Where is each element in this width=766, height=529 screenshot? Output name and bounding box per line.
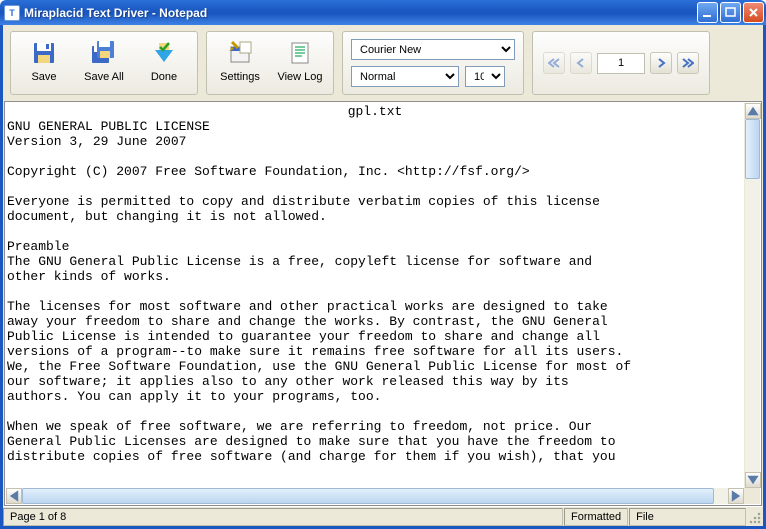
font-name-select[interactable]: Courier New <box>351 39 515 60</box>
view-log-label: View Log <box>277 71 322 83</box>
save-all-label: Save All <box>84 71 124 83</box>
scroll-right-button[interactable] <box>728 488 744 504</box>
window-title: Miraplacid Text Driver - Notepad <box>24 6 697 20</box>
vertical-scrollbar[interactable] <box>744 103 760 488</box>
vertical-scroll-thumb[interactable] <box>745 119 760 179</box>
horizontal-scrollbar[interactable] <box>6 488 744 504</box>
first-page-button[interactable] <box>543 52 565 74</box>
window-controls <box>697 2 764 23</box>
minimize-button[interactable] <box>697 2 718 23</box>
page-number-input[interactable] <box>597 53 645 74</box>
view-log-button[interactable]: View Log <box>270 35 330 87</box>
status-source: File <box>629 508 746 526</box>
scroll-down-button[interactable] <box>745 472 761 488</box>
save-button[interactable]: Save <box>14 35 74 87</box>
prev-page-button[interactable] <box>570 52 592 74</box>
horizontal-scroll-thumb[interactable] <box>22 488 714 504</box>
document-content[interactable]: gpl.txtGNU GENERAL PUBLIC LICENSE Versio… <box>7 104 743 487</box>
document-filename: gpl.txt <box>7 104 743 119</box>
status-format: Formatted <box>564 508 628 526</box>
status-bar: Page 1 of 8 Formatted File <box>3 506 763 526</box>
maximize-button[interactable] <box>720 2 741 23</box>
done-button[interactable]: Done <box>134 35 194 87</box>
font-panel: Courier New Normal 10 <box>342 31 524 95</box>
close-button[interactable] <box>743 2 764 23</box>
font-style-select[interactable]: Normal <box>351 66 459 87</box>
app-icon: T <box>4 5 20 21</box>
floppy-icon <box>31 40 57 69</box>
window-frame: Save Save All Done Settings View Log <box>0 25 766 529</box>
document-body: GNU GENERAL PUBLIC LICENSE Version 3, 29… <box>7 119 743 464</box>
done-icon <box>151 40 177 69</box>
save-all-button[interactable]: Save All <box>74 35 134 87</box>
font-size-select[interactable]: 10 <box>465 66 505 87</box>
done-label: Done <box>151 71 177 83</box>
scrollbar-corner <box>744 488 760 504</box>
tools-button-group: Settings View Log <box>206 31 334 95</box>
resize-grip[interactable] <box>747 508 763 526</box>
save-label: Save <box>31 71 56 83</box>
log-icon <box>287 40 313 69</box>
main-button-group: Save Save All Done <box>10 31 198 95</box>
document-viewer: gpl.txtGNU GENERAL PUBLIC LICENSE Versio… <box>4 101 762 506</box>
scroll-left-button[interactable] <box>6 488 22 504</box>
title-bar[interactable]: T Miraplacid Text Driver - Notepad <box>0 0 766 25</box>
last-page-button[interactable] <box>677 52 699 74</box>
next-page-button[interactable] <box>650 52 672 74</box>
settings-button[interactable]: Settings <box>210 35 270 87</box>
toolbar: Save Save All Done Settings View Log <box>3 25 763 101</box>
floppy-multi-icon <box>91 40 117 69</box>
horizontal-scroll-track[interactable] <box>22 488 728 504</box>
settings-label: Settings <box>220 71 260 83</box>
settings-icon <box>227 40 253 69</box>
page-navigator <box>532 31 710 95</box>
scroll-up-button[interactable] <box>745 103 761 119</box>
vertical-scroll-track[interactable] <box>745 119 760 472</box>
status-page: Page 1 of 8 <box>3 508 563 526</box>
